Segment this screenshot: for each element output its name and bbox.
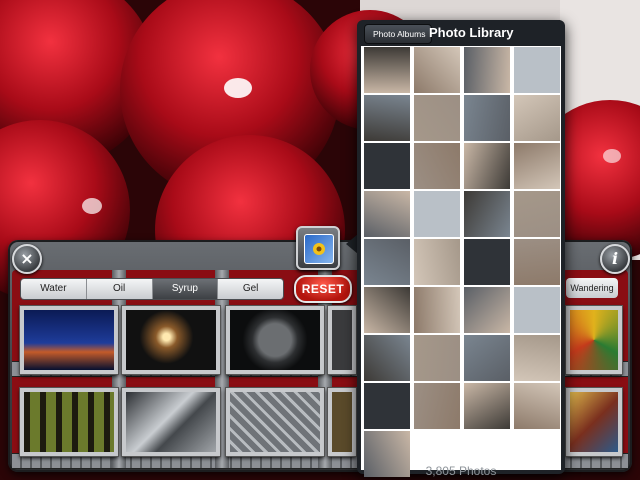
filter-thumb-earth-sphere[interactable]: [225, 305, 325, 375]
photo-thumbnail-corridor[interactable]: [414, 95, 460, 141]
filter-thumb-partial[interactable]: [327, 305, 357, 375]
segment-syrup[interactable]: Syrup: [152, 279, 219, 299]
photo-thumbnail-crowd-queue[interactable]: [364, 191, 410, 237]
photo-thumbnail-man-stand[interactable]: [364, 335, 410, 381]
photo-albums-back-button[interactable]: Photo Albums: [364, 24, 433, 44]
photo-thumbnail-people-inside[interactable]: [464, 191, 510, 237]
close-button[interactable]: ×: [12, 244, 42, 274]
filter-thumb-stained-glass[interactable]: [565, 305, 623, 375]
filter-thumb-metal-pipes[interactable]: [121, 387, 221, 457]
photo-thumbnail-man-shirt[interactable]: [414, 287, 460, 333]
flower-photo-icon: [304, 234, 334, 264]
photo-thumbnail-office-people[interactable]: [364, 95, 410, 141]
photo-thumbnail-child-food[interactable]: [414, 47, 460, 93]
photo-thumbnail-crowd-room[interactable]: [464, 287, 510, 333]
popover-title: Photo Library: [429, 25, 514, 40]
liquid-type-segmented-control: Water Oil Syrup Gel: [20, 278, 284, 300]
filter-thumb-window[interactable]: [565, 387, 623, 457]
segment-gel[interactable]: Gel: [218, 279, 283, 299]
photo-thumbnail-man-portrait[interactable]: [364, 383, 410, 429]
photo-thumbnail-man-camera[interactable]: [464, 335, 510, 381]
photo-thumbnail-woman-smile[interactable]: [364, 287, 410, 333]
photo-thumbnail-audience[interactable]: [414, 239, 460, 285]
photo-library-button[interactable]: [296, 226, 340, 270]
photo-library-popover: Photo Albums Photo Library 3,805 Photos: [357, 20, 565, 478]
photo-thumbnail-woman-camera[interactable]: [464, 143, 510, 189]
photo-thumbnail-man-group[interactable]: [464, 383, 510, 429]
filter-thumb-forest[interactable]: [19, 387, 119, 457]
wandering-button[interactable]: Wandering: [566, 278, 618, 298]
photo-thumbnail-white-dog[interactable]: [514, 383, 560, 429]
photo-thumbnail-speaker[interactable]: [414, 143, 460, 189]
photo-thumbnail-person-phone[interactable]: [514, 95, 560, 141]
filter-thumb-diamond-plate[interactable]: [225, 387, 325, 457]
filter-thumb-partial-2[interactable]: [327, 387, 357, 457]
filter-thumb-night-city[interactable]: [19, 305, 119, 375]
segment-oil[interactable]: Oil: [86, 279, 153, 299]
photo-grid-container: 3,805 Photos: [361, 46, 561, 478]
reset-button[interactable]: RESET: [294, 275, 352, 303]
photo-thumbnail-storefront[interactable]: [514, 47, 560, 93]
photo-thumbnail-dark-room[interactable]: [514, 143, 560, 189]
photo-thumbnail-woman-camera-2[interactable]: [464, 239, 510, 285]
filter-thumb-fireworks[interactable]: [121, 305, 221, 375]
segment-water[interactable]: Water: [21, 279, 87, 299]
photo-thumbnail-store-sign[interactable]: [514, 191, 560, 237]
photo-thumbnail-man-dark[interactable]: [514, 239, 560, 285]
photo-thumbnail-man-suit[interactable]: [514, 335, 560, 381]
photo-thumbnail-street-crowd[interactable]: [464, 47, 510, 93]
photo-thumbnail-lobby[interactable]: [464, 95, 510, 141]
info-button[interactable]: i: [600, 244, 630, 274]
photo-count: 3,805 Photos: [425, 464, 497, 478]
photo-thumbnail-woman-phone[interactable]: [514, 287, 560, 333]
photo-grid: [364, 47, 560, 477]
popover-navbar: Photo Albums Photo Library: [357, 20, 565, 46]
photo-thumbnail-woman-phone-2[interactable]: [414, 383, 460, 429]
photo-thumbnail-woman-shirt[interactable]: [414, 191, 460, 237]
photo-thumbnail-hall[interactable]: [364, 239, 410, 285]
photo-thumbnail-child[interactable]: [364, 47, 410, 93]
photo-thumbnail-presenter[interactable]: [364, 143, 410, 189]
photo-thumbnail-speaker-mic[interactable]: [414, 335, 460, 381]
